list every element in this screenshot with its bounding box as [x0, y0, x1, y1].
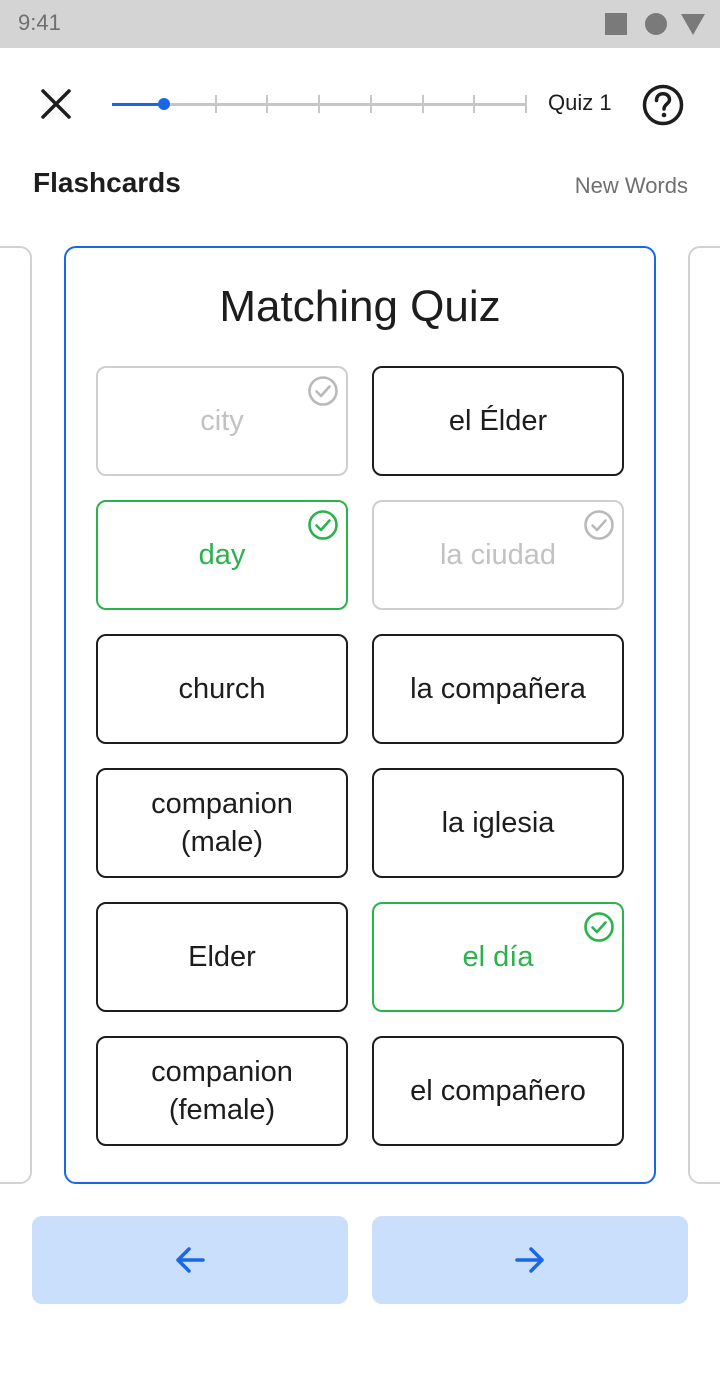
- match-tile[interactable]: el compañero: [372, 1036, 624, 1146]
- match-tile[interactable]: day: [96, 500, 348, 610]
- match-tile-label: day: [198, 539, 246, 571]
- match-tile-label: church: [178, 673, 266, 705]
- new-words-link[interactable]: New Words: [575, 173, 688, 199]
- progress-step-tick: [369, 95, 372, 113]
- check-circle-icon: [584, 510, 614, 540]
- progress-step-tick: [214, 95, 217, 113]
- match-tile[interactable]: city: [96, 366, 348, 476]
- previous-card-peek[interactable]: [0, 246, 32, 1184]
- back-triangle-icon: [681, 14, 705, 35]
- match-tile-label: la ciudad: [439, 539, 557, 571]
- help-icon: [642, 84, 684, 126]
- matching-quiz-card: Matching Quiz city el Élder day la ciudad ch…: [64, 246, 656, 1184]
- quiz-label: Quiz 1: [548, 90, 612, 115]
- check-circle-icon: [308, 510, 338, 540]
- match-tile[interactable]: el día: [372, 902, 624, 1012]
- check-circle-icon: [308, 376, 338, 406]
- match-tile-label: city: [200, 405, 244, 437]
- progress-current-dot: [157, 98, 170, 110]
- match-tile-label: la compañera: [410, 673, 586, 705]
- match-tile[interactable]: companion (male): [96, 768, 348, 878]
- previous-button[interactable]: [32, 1216, 348, 1304]
- quiz-progress-bar: [112, 95, 527, 113]
- match-tile[interactable]: Elder: [96, 902, 348, 1012]
- match-tile[interactable]: la ciudad: [372, 500, 624, 610]
- progress-step-tick: [318, 95, 320, 113]
- arrow-right-icon: [515, 1247, 544, 1273]
- match-tile[interactable]: la iglesia: [372, 768, 624, 878]
- match-tile-label: la iglesia: [441, 807, 555, 839]
- arrow-left-icon: [176, 1247, 205, 1273]
- progress-fill: [112, 103, 164, 106]
- match-tile-label: Elder: [188, 941, 256, 973]
- match-tile[interactable]: la compañera: [372, 634, 624, 744]
- match-tile-label: el día: [462, 941, 534, 973]
- section-title: Flashcards: [33, 167, 181, 198]
- check-circle-icon: [584, 912, 614, 942]
- match-tile[interactable]: el Élder: [372, 366, 624, 476]
- help-button[interactable]: [641, 83, 685, 127]
- next-card-peek[interactable]: [688, 246, 720, 1184]
- progress-step-tick: [266, 95, 269, 113]
- close-button[interactable]: [34, 82, 78, 126]
- recent-apps-icon: [605, 13, 627, 35]
- status-time: 9:41: [18, 10, 61, 35]
- match-tile-label: companion (female): [151, 1056, 293, 1126]
- status-bar: 9:41: [0, 0, 720, 48]
- quiz-title: Matching Quiz: [219, 282, 501, 331]
- match-tile-label: companion (male): [151, 788, 293, 858]
- match-tile[interactable]: companion (female): [96, 1036, 348, 1146]
- match-tile[interactable]: church: [96, 634, 348, 744]
- close-icon: [41, 89, 71, 119]
- progress-step-tick: [525, 95, 527, 113]
- match-tile-label: el Élder: [448, 405, 548, 437]
- next-button[interactable]: [372, 1216, 688, 1304]
- match-tile-label: el compañero: [410, 1075, 586, 1107]
- progress-step-tick: [473, 95, 476, 113]
- home-icon: [645, 13, 667, 35]
- progress-step-tick: [421, 95, 424, 113]
